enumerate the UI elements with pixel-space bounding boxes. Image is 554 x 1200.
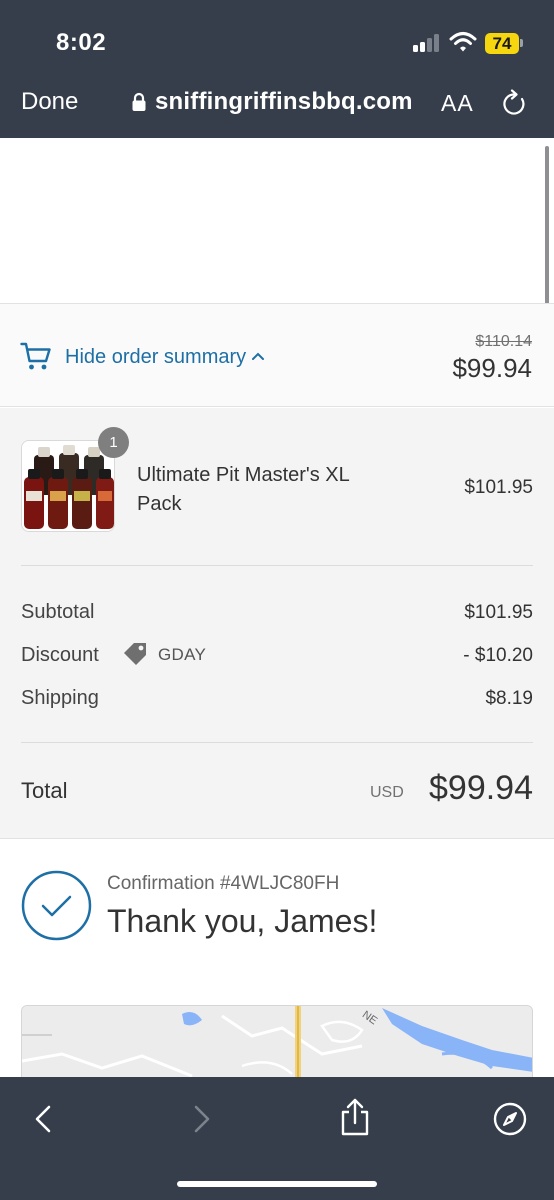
order-summary-toggle[interactable]: Hide order summary $110.14 $99.94 — [0, 303, 554, 407]
hide-order-summary-link[interactable]: Hide order summary — [65, 346, 265, 369]
discount-label: Discount — [21, 644, 99, 666]
discount-value: - $10.20 — [463, 645, 533, 666]
share-icon[interactable] — [336, 1097, 374, 1137]
divider — [21, 742, 533, 743]
divider — [21, 565, 533, 566]
compass-icon[interactable] — [492, 1101, 528, 1137]
order-summary-panel: 1 Ultimate Pit Master's XL Pack $101.95 … — [0, 408, 554, 839]
wifi-icon — [449, 32, 477, 52]
battery-nub — [520, 39, 523, 47]
home-indicator[interactable] — [177, 1181, 377, 1187]
shipping-map[interactable]: NE — [21, 1005, 533, 1085]
product-thumbnail — [21, 440, 115, 532]
total-value: $99.94 — [429, 769, 533, 807]
subtotal-value: $101.95 — [464, 602, 533, 623]
reload-icon[interactable] — [501, 89, 527, 117]
quantity-badge: 1 — [98, 427, 129, 458]
text-size-button[interactable]: AA — [441, 90, 474, 117]
subtotal-label: Subtotal — [21, 601, 95, 623]
product-price: $101.95 — [464, 477, 533, 498]
status-time: 8:02 — [56, 29, 107, 56]
back-icon[interactable] — [26, 1101, 62, 1137]
battery-indicator: 74 — [485, 33, 519, 54]
original-price: $110.14 — [475, 333, 532, 350]
confirmation-number: Confirmation #4WLJC80FH — [107, 873, 340, 894]
tag-icon — [124, 643, 146, 665]
discount-code: GDAY — [158, 645, 207, 664]
chevron-up-icon — [252, 352, 265, 360]
done-button[interactable]: Done — [21, 88, 78, 116]
shipping-value: $8.19 — [485, 688, 533, 709]
shipping-label: Shipping — [21, 687, 99, 709]
forward-icon[interactable] — [183, 1101, 219, 1137]
address-bar[interactable]: sniffingriffinsbbq.com — [131, 86, 413, 118]
browser-top-bar: 8:02 74 Done sniffingriffinsbbq.com AA — [0, 0, 554, 138]
thank-you-heading: Thank you, James! — [107, 903, 378, 939]
total-label: Total — [21, 778, 68, 803]
url-text: sniffingriffinsbbq.com — [155, 88, 413, 115]
cart-icon — [20, 342, 51, 370]
product-name: Ultimate Pit Master's XL Pack — [137, 464, 350, 515]
currency-code: USD — [370, 784, 404, 801]
lock-icon — [132, 92, 146, 111]
hide-order-summary-label: Hide order summary — [65, 346, 247, 368]
order-price: $99.94 — [452, 353, 532, 383]
cellular-signal-icon — [413, 34, 443, 52]
checkmark-circle-icon — [21, 870, 92, 941]
